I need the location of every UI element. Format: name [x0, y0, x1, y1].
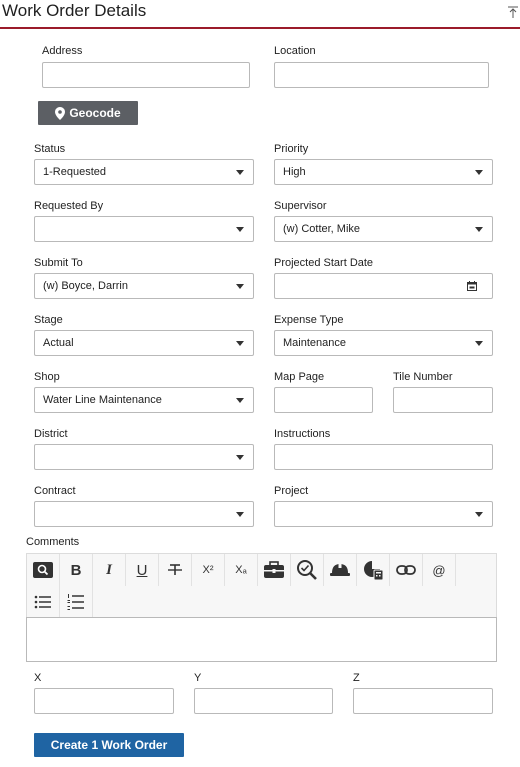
district-select[interactable] [34, 444, 254, 470]
projected-start-date-input[interactable] [274, 273, 493, 299]
y-input[interactable] [194, 688, 333, 714]
superscript-button[interactable]: X² [192, 554, 225, 586]
address-label: Address [42, 45, 83, 57]
project-select[interactable] [274, 501, 493, 527]
page-title: Work Order Details [2, 1, 147, 20]
toolbox-icon [264, 561, 284, 578]
shop-label: Shop [34, 371, 60, 383]
subscript-icon: Xₐ [235, 564, 247, 576]
status-label: Status [34, 143, 66, 155]
supervisor-select[interactable]: (w) Cotter, Mike [274, 216, 493, 242]
supervisor-label: Supervisor [274, 200, 327, 212]
at-icon: @ [432, 562, 446, 578]
x-label: X [34, 672, 42, 684]
comments-editor[interactable] [26, 617, 497, 662]
requested-by-label: Requested By [34, 200, 104, 212]
expense-type-value: Maintenance [283, 337, 346, 349]
superscript-icon: X² [202, 564, 214, 576]
bold-button[interactable]: B [60, 554, 93, 586]
chevron-down-icon [236, 398, 244, 403]
z-label: Z [353, 672, 360, 684]
submit-to-select[interactable]: (w) Boyce, Darrin [34, 273, 254, 299]
safety-button[interactable] [324, 554, 357, 586]
chevron-down-icon [236, 341, 244, 346]
geocode-button[interactable]: Geocode [38, 101, 138, 125]
italic-icon: I [106, 561, 112, 578]
calendar-icon[interactable] [467, 281, 477, 291]
underline-button[interactable]: U [126, 554, 159, 586]
calculator-chart-button[interactable] [357, 554, 390, 586]
underline-icon: U [136, 561, 148, 579]
projected-start-date-label: Projected Start Date [274, 257, 374, 269]
strikethrough-icon [168, 564, 182, 575]
address-input[interactable] [42, 62, 250, 88]
shop-value: Water Line Maintenance [43, 394, 162, 406]
stage-label: Stage [34, 314, 63, 326]
shop-select[interactable]: Water Line Maintenance [34, 387, 254, 413]
chevron-down-icon [236, 455, 244, 460]
tile-number-label: Tile Number [393, 371, 453, 383]
submit-to-value: (w) Boyce, Darrin [43, 280, 128, 292]
instructions-label: Instructions [274, 428, 331, 440]
chevron-down-icon [236, 284, 244, 289]
contract-label: Contract [34, 485, 76, 497]
collapse-to-top-icon[interactable] [506, 4, 520, 20]
bulleted-list-icon [34, 595, 51, 609]
find-button[interactable] [27, 554, 60, 586]
contract-select[interactable] [34, 501, 254, 527]
numbered-list-icon [67, 594, 84, 610]
submit-to-label: Submit To [34, 257, 83, 269]
bulleted-list-button[interactable] [27, 586, 60, 618]
priority-value: High [283, 166, 306, 178]
numbered-list-button[interactable] [60, 586, 93, 618]
comments-label: Comments [26, 536, 80, 548]
requested-by-select[interactable] [34, 216, 254, 242]
inspect-button[interactable] [291, 554, 324, 586]
supervisor-value: (w) Cotter, Mike [283, 223, 361, 235]
x-input[interactable] [34, 688, 174, 714]
stage-value: Actual [43, 337, 74, 349]
chevron-down-icon [475, 341, 483, 346]
chevron-down-icon [236, 170, 244, 175]
toolbox-button[interactable] [258, 554, 291, 586]
tile-number-input[interactable] [393, 387, 493, 413]
project-label: Project [274, 485, 309, 497]
location-input[interactable] [274, 62, 489, 88]
comments-toolbar: B I U X² Xₐ @ [26, 553, 497, 618]
subscript-button[interactable]: Xₐ [225, 554, 258, 586]
expense-type-label: Expense Type [274, 314, 344, 326]
mention-button[interactable]: @ [423, 554, 456, 586]
instructions-input[interactable] [274, 444, 493, 470]
status-value: 1-Requested [43, 166, 106, 178]
link-button[interactable] [390, 554, 423, 586]
italic-button[interactable]: I [93, 554, 126, 586]
map-page-label: Map Page [274, 371, 325, 383]
chevron-down-icon [475, 512, 483, 517]
chevron-down-icon [236, 227, 244, 232]
map-pin-icon [55, 106, 66, 120]
hard-hat-icon [330, 563, 350, 576]
create-work-order-button[interactable]: Create 1 Work Order [34, 733, 184, 757]
panel-header: Work Order Details [0, 0, 520, 29]
location-label: Location [274, 45, 316, 57]
chevron-down-icon [236, 512, 244, 517]
district-label: District [34, 428, 68, 440]
chevron-down-icon [475, 170, 483, 175]
strikethrough-button[interactable] [159, 554, 192, 586]
geocode-button-label: Geocode [69, 106, 121, 120]
bold-icon: B [70, 561, 82, 579]
priority-select[interactable]: High [274, 159, 493, 185]
chevron-down-icon [475, 227, 483, 232]
priority-label: Priority [274, 143, 309, 155]
magnifier-check-icon [297, 560, 317, 580]
status-select[interactable]: 1-Requested [34, 159, 254, 185]
link-icon [396, 565, 416, 575]
pie-calculator-icon [364, 561, 384, 581]
stage-select[interactable]: Actual [34, 330, 254, 356]
search-icon [33, 562, 53, 578]
y-label: Y [194, 672, 202, 684]
expense-type-select[interactable]: Maintenance [274, 330, 493, 356]
z-input[interactable] [353, 688, 493, 714]
map-page-input[interactable] [274, 387, 373, 413]
